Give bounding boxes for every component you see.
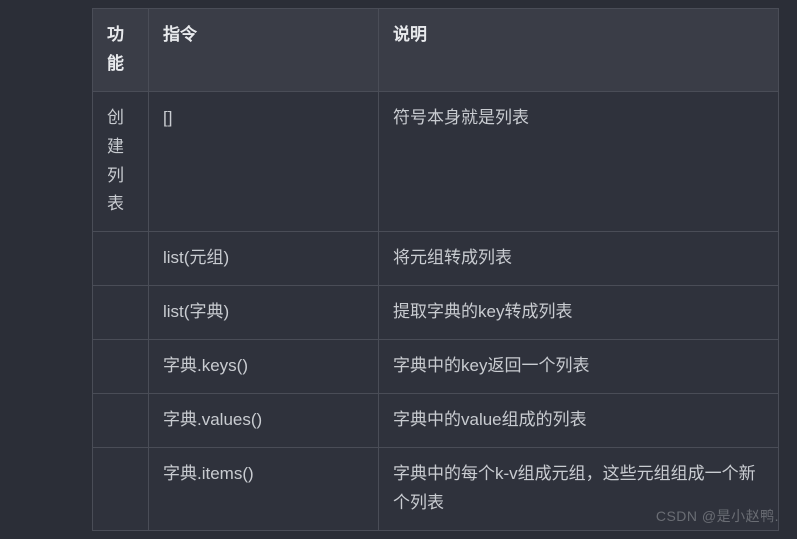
page-container: 功能 指令 说明 创建列表 [] 符号本身就是列表 list(元组) 将元组转成…: [0, 0, 797, 539]
cell-desc: 提取字典的key转成列表: [379, 286, 779, 340]
cell-cmd: list(字典): [149, 286, 379, 340]
cell-cmd: []: [149, 91, 379, 232]
cell-func: [93, 286, 149, 340]
cell-cmd: list(元组): [149, 232, 379, 286]
cell-func: [93, 447, 149, 530]
table-row: 创建列表 [] 符号本身就是列表: [93, 91, 779, 232]
table-row: list(字典) 提取字典的key转成列表: [93, 286, 779, 340]
cell-func: [93, 232, 149, 286]
cell-func: [93, 340, 149, 394]
cell-cmd: 字典.values(): [149, 394, 379, 448]
watermark-text: CSDN @是小赵鸭.: [656, 506, 779, 526]
table-row: list(元组) 将元组转成列表: [93, 232, 779, 286]
header-cmd: 指令: [149, 9, 379, 92]
header-func: 功能: [93, 9, 149, 92]
cell-func: [93, 394, 149, 448]
cell-desc: 字典中的value组成的列表: [379, 394, 779, 448]
table-row: 字典.keys() 字典中的key返回一个列表: [93, 340, 779, 394]
reference-table: 功能 指令 说明 创建列表 [] 符号本身就是列表 list(元组) 将元组转成…: [92, 8, 779, 531]
table-header-row: 功能 指令 说明: [93, 9, 779, 92]
cell-cmd: 字典.items(): [149, 447, 379, 530]
cell-desc: 将元组转成列表: [379, 232, 779, 286]
cell-desc: 字典中的key返回一个列表: [379, 340, 779, 394]
table-row: 字典.values() 字典中的value组成的列表: [93, 394, 779, 448]
cell-desc: 符号本身就是列表: [379, 91, 779, 232]
header-desc: 说明: [379, 9, 779, 92]
cell-func: 创建列表: [93, 91, 149, 232]
cell-cmd: 字典.keys(): [149, 340, 379, 394]
